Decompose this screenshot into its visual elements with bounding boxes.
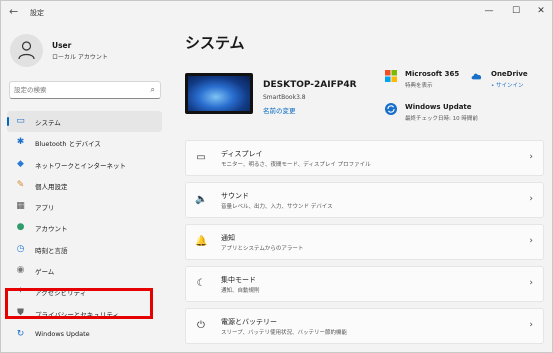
sidebar-item[interactable]: ✱ Bluetooth とデバイス [7, 132, 162, 153]
windows-update-title: Windows Update [405, 103, 472, 111]
user-icon [18, 41, 35, 60]
sidebar-item[interactable]: ● アカウント [7, 217, 162, 238]
card-subtitle: アプリとシステムからのアラート [221, 246, 304, 252]
settings-window: ← 設定 — ☐ ✕ User ローカル アカウント ⌕ ▭ システム ✱ Bluet… [0, 0, 553, 353]
account-type: ローカル アカウント [52, 54, 108, 61]
network-icon: ◆ [17, 158, 24, 169]
microsoft-365-sub: 特典を表示 [405, 83, 433, 89]
settings-card[interactable]: ⏻ 電源とバッテリースリープ、バッテリ使用状況、バッテリー節約機能 › [185, 308, 544, 344]
onedrive-title: OneDrive [491, 70, 528, 78]
chevron-right-icon: › [529, 236, 533, 246]
title-bar: ← 設定 — ☐ ✕ [1, 1, 552, 25]
card-subtitle: スリープ、バッテリ使用状況、バッテリー節約機能 [221, 330, 348, 336]
notifications-icon: 🔔 [195, 236, 208, 247]
highlight-box [5, 288, 153, 319]
sidebar-item-label: ネットワークとインターネット [35, 161, 126, 170]
user-name: User [52, 41, 72, 50]
sidebar-item-label: ゲーム [35, 268, 55, 277]
chevron-right-icon: › [529, 194, 533, 204]
chevron-right-icon: › [529, 320, 533, 330]
sidebar-item-label: アカウント [35, 225, 68, 234]
system-icon: ▭ [16, 116, 25, 126]
personalization-icon: ✎ [16, 179, 25, 190]
device-model: SmartBook3.8 [263, 94, 306, 101]
search-input[interactable] [14, 84, 142, 96]
apps-icon: ▦ [16, 201, 25, 212]
onedrive-sub: • サインイン [491, 83, 524, 89]
settings-card[interactable]: ☾ 集中モード通知、自動規則 › [185, 266, 544, 302]
page-title: システム [185, 34, 245, 52]
rename-link[interactable]: 名前の変更 [263, 105, 296, 115]
close-button[interactable]: ✕ [533, 4, 549, 18]
sidebar-item-label: Windows Update [35, 329, 90, 338]
device-thumbnail [185, 73, 253, 114]
chevron-right-icon: › [529, 152, 533, 162]
sidebar-item[interactable]: ◉ ゲーム [7, 260, 162, 281]
sidebar-item-label: アプリ [35, 204, 55, 213]
gaming-icon: ◉ [16, 265, 25, 276]
search-icon[interactable]: ⌕ [151, 85, 155, 95]
search-box[interactable]: ⌕ [9, 81, 161, 99]
focus-icon: ☾ [196, 278, 206, 289]
minimize-button[interactable]: — [481, 4, 497, 18]
bluetooth-icon: ✱ [16, 137, 25, 148]
sound-icon: 🔈 [195, 194, 208, 205]
sidebar-item[interactable]: ◆ ネットワークとインターネット [7, 154, 162, 175]
sidebar-item-label: 個人用設定 [35, 182, 68, 191]
microsoft-365-title: Microsoft 365 [405, 70, 460, 78]
card-subtitle: 通知、自動規則 [221, 288, 260, 294]
onedrive-cloud-icon [471, 73, 482, 80]
card-subtitle: モニター、明るさ、夜間モード、ディスプレイ プロファイル [221, 162, 371, 168]
windows-update-icon: ↻ [16, 328, 25, 339]
avatar[interactable] [10, 34, 43, 67]
sidebar-item-label: 時刻と言語 [35, 246, 68, 255]
card-title: 電源とバッテリー [221, 318, 277, 326]
active-indicator [7, 117, 9, 126]
time-language-icon: ◷ [16, 243, 25, 254]
sidebar-item-label: Bluetooth とデバイス [35, 140, 101, 149]
card-title: 集中モード [221, 276, 256, 284]
card-title: 通知 [221, 234, 235, 242]
chevron-right-icon: › [529, 278, 533, 288]
settings-cards: ▭ ディスプレイモニター、明るさ、夜間モード、ディスプレイ プロファイル › 🔈 サウン… [185, 140, 544, 350]
device-name: DESKTOP-2AIFP4R [263, 80, 357, 90]
display-icon: ▭ [196, 152, 206, 163]
windows-update-icon [385, 103, 397, 115]
settings-card[interactable]: 🔈 サウンド音量レベル、出力、入力、サウンド デバイス › [185, 182, 544, 218]
settings-card[interactable]: 🔔 通知アプリとシステムからのアラート › [185, 224, 544, 260]
sidebar-item-label: システム [35, 119, 61, 127]
maximize-button[interactable]: ☐ [508, 4, 524, 18]
window-title: 設定 [30, 9, 44, 17]
power-icon: ⏻ [197, 320, 205, 331]
card-subtitle: 音量レベル、出力、入力、サウンド デバイス [221, 204, 333, 210]
sidebar-item[interactable]: ↻ Windows Update [7, 324, 162, 345]
microsoft-logo-icon [385, 70, 397, 82]
sidebar-item[interactable]: ✎ 個人用設定 [7, 175, 162, 196]
card-title: サウンド [221, 192, 249, 200]
card-title: ディスプレイ [221, 150, 263, 158]
sidebar-item[interactable]: ▦ アプリ [7, 196, 162, 217]
settings-card[interactable]: ▭ ディスプレイモニター、明るさ、夜間モード、ディスプレイ プロファイル › [185, 140, 544, 176]
back-arrow-icon[interactable]: ← [9, 6, 21, 18]
sidebar-item[interactable]: ▭ システム [7, 111, 162, 133]
windows-update-sub: 最終チェック日時: 10 時間前 [405, 116, 478, 122]
wallpaper-image [188, 76, 250, 111]
sidebar-item[interactable]: ◷ 時刻と言語 [7, 239, 162, 260]
accounts-icon: ● [16, 222, 25, 233]
